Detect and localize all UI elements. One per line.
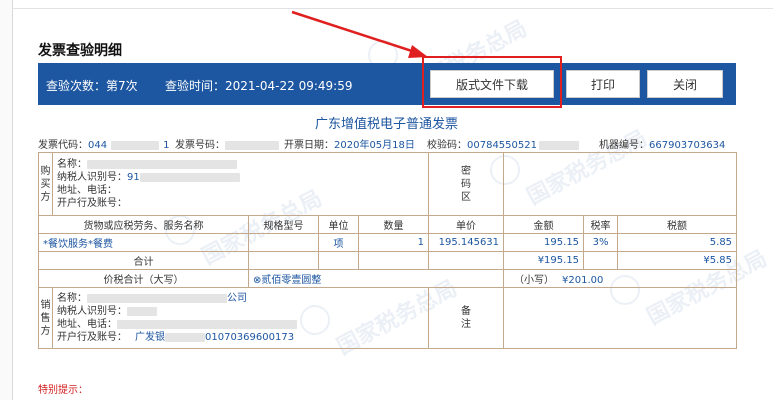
window-top-edge	[12, 0, 773, 9]
print-button[interactable]: 打印	[566, 70, 640, 98]
items-header-row: 货物或应税劳务、服务名称 规格型号 单位 数量 单价 金额 税率 税额	[38, 215, 738, 234]
buyer-side-label: 购买方	[38, 152, 53, 216]
buyer-info: 名称： 纳税人识别号：91 地址、电话： 开户行及账号：	[51, 152, 430, 216]
col-header-tax: 税额	[617, 215, 738, 234]
total-small: （小写） ¥201.00	[503, 269, 738, 288]
highlight-box	[422, 56, 562, 108]
subtotal-label: 合计	[38, 251, 249, 270]
col-header-rate: 税率	[583, 215, 619, 234]
remarks-area	[503, 287, 738, 349]
col-header-amount: 金额	[503, 215, 585, 234]
seller-info: 名称： 公司 纳税人识别号： 地址、电话： 开户行及账号： 广发银 010703696…	[51, 287, 430, 349]
item-unit: 项	[318, 233, 359, 252]
item-rate: 3%	[583, 233, 619, 252]
seller-side-label: 销售方	[38, 287, 53, 349]
cipher-area-label: 密码区	[428, 152, 505, 216]
close-button[interactable]: 关闭	[647, 70, 723, 98]
col-header-spec: 规格型号	[248, 215, 319, 234]
col-header-price: 单价	[428, 215, 505, 234]
check-count: 查验次数：第7次	[46, 79, 138, 93]
subtotal-tax: ¥5.85	[617, 251, 738, 270]
invoice-table: 购买方 名称： 纳税人识别号：91 地址、电话： 开户行及账号： 密码区 货物或…	[38, 152, 738, 349]
invoice-code: 发票代码：044 1	[38, 140, 170, 151]
check-code: 校验码：00784550521	[427, 136, 579, 151]
page-title: 发票查验明细	[38, 43, 122, 59]
remarks-label: 备注	[428, 287, 505, 349]
table-row: *餐饮服务*餐费 项 1 195.145631 195.15 3% 5.85	[38, 233, 738, 252]
arrow-annotation-icon	[291, 10, 428, 58]
item-qty: 1	[357, 233, 430, 252]
item-price: 195.145631	[428, 233, 505, 252]
item-spec	[248, 233, 319, 252]
subtotal-amount: ¥195.15	[503, 251, 585, 270]
col-header-qty: 数量	[357, 215, 430, 234]
window-left-edge	[0, 0, 13, 400]
item-amount: 195.15	[503, 233, 585, 252]
cipher-area	[503, 152, 738, 216]
check-time: 查验时间：2021-04-22 09:49:59	[165, 79, 353, 93]
invoice-date: 开票日期：2020年05月18日	[284, 140, 415, 151]
machine-number: 机器编号：667903703634	[599, 140, 726, 151]
total-label: 价税合计（大写）	[38, 269, 249, 288]
invoice-number: 发票号码：	[175, 136, 279, 151]
invoice-title: 广东增值税电子普通发票	[314, 117, 458, 132]
col-header-unit: 单位	[318, 215, 359, 234]
col-header-name: 货物或应税劳务、服务名称	[38, 215, 249, 234]
item-name: *餐饮服务*餐费	[38, 233, 249, 252]
buyer-row: 购买方 名称： 纳税人识别号：91 地址、电话： 开户行及账号： 密码区	[38, 152, 738, 216]
special-notice: 特别提示：	[38, 385, 88, 396]
total-in-words: ⊗贰佰零壹圆整	[247, 269, 505, 288]
item-tax: 5.85	[617, 233, 738, 252]
seller-row: 销售方 名称： 公司 纳税人识别号： 地址、电话： 开户行及账号： 广发银 01070…	[38, 287, 738, 349]
subtotal-row: 合计 ¥195.15 ¥5.85	[38, 251, 738, 270]
total-row: 价税合计（大写） ⊗贰佰零壹圆整 （小写） ¥201.00	[38, 269, 738, 288]
